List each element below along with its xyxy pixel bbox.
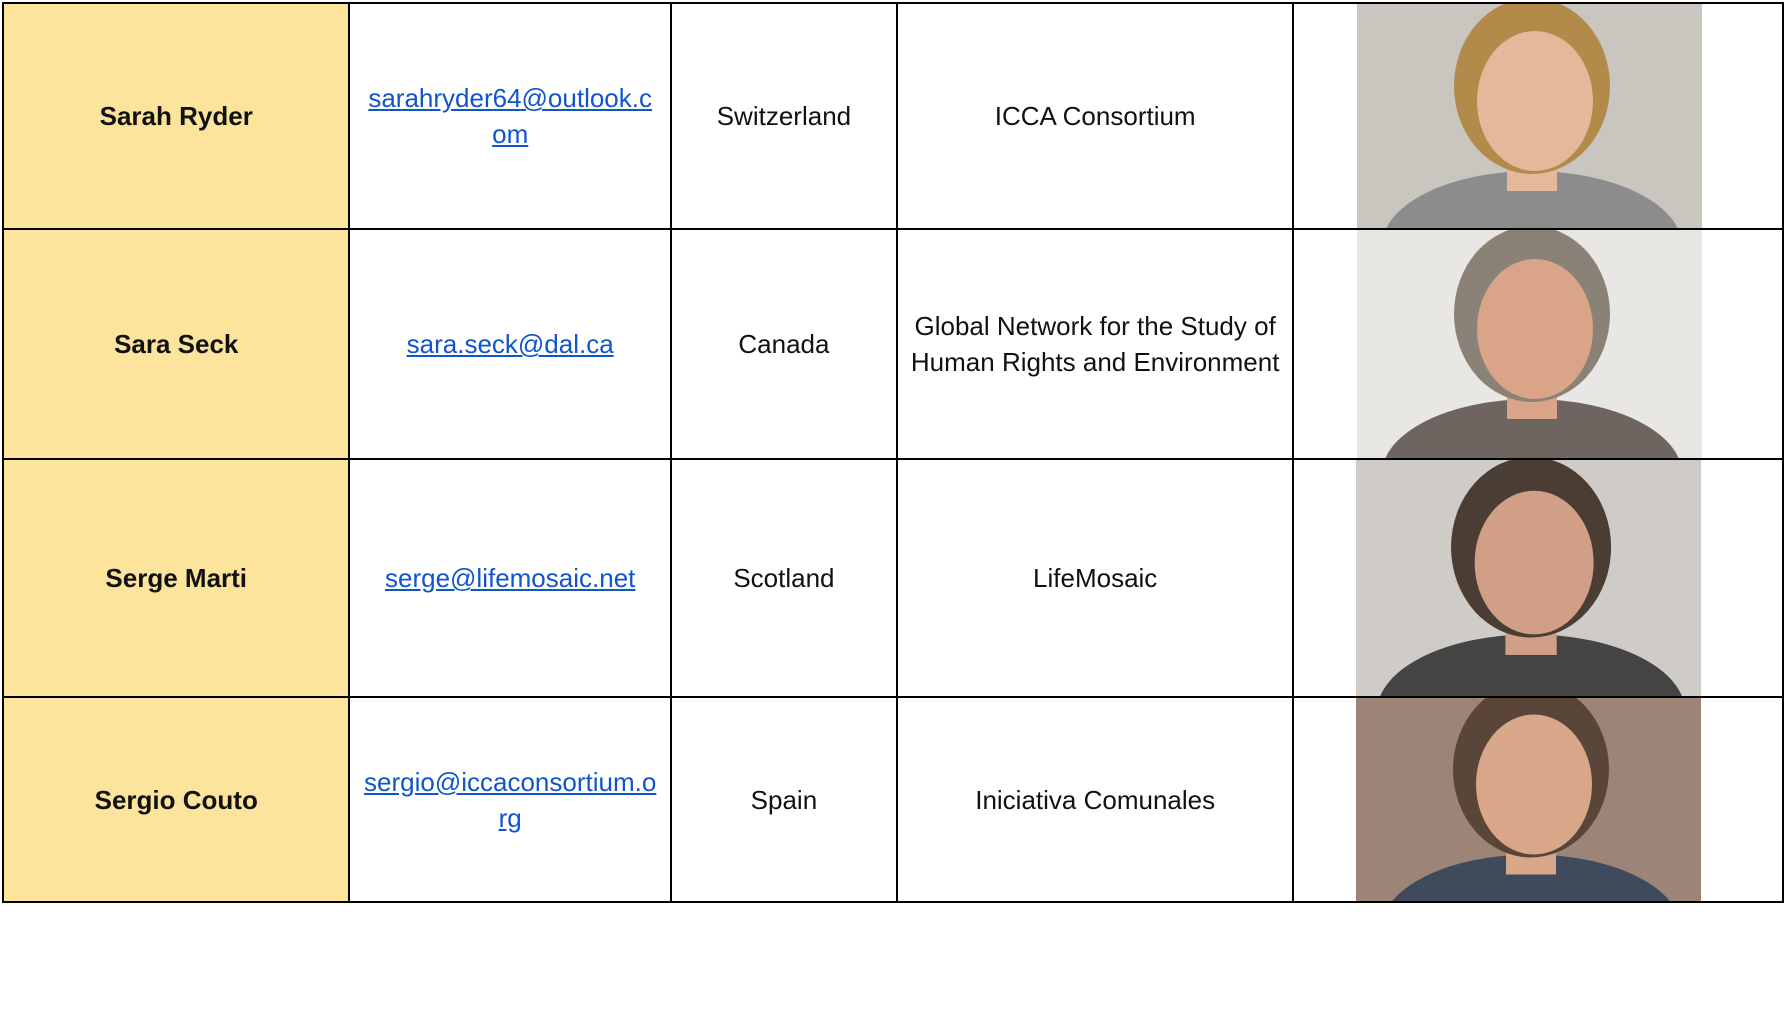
country-cell: Scotland	[669, 458, 898, 698]
table-row: Sergio Couto sergio@iccaconsortium.org S…	[1, 696, 1784, 903]
person-name: Sarah Ryder	[1, 2, 351, 230]
country-cell: Spain	[669, 696, 898, 903]
email-link[interactable]: sergio@iccaconsortium.org	[364, 767, 656, 833]
person-photo-man-glasses	[1356, 460, 1702, 696]
organization-cell: Iniciativa Comunales	[895, 696, 1295, 903]
person-name: Sergio Couto	[1, 696, 351, 903]
person-name: Serge Marti	[1, 458, 351, 698]
organization-cell: Global Network for the Study of Human Ri…	[895, 228, 1295, 460]
person-photo-man-beard	[1356, 698, 1702, 901]
contact-table: Sarah Ryder sarahryder64@outlook.com Swi…	[1, 2, 1784, 903]
person-name: Sara Seck	[1, 228, 351, 460]
table-row: Serge Marti serge@lifemosaic.net Scotlan…	[1, 458, 1784, 698]
country-cell: Canada	[669, 228, 898, 460]
email-link[interactable]: serge@lifemosaic.net	[385, 563, 635, 593]
email-link[interactable]: sara.seck@dal.ca	[407, 329, 614, 359]
email-link[interactable]: sarahryder64@outlook.com	[368, 83, 652, 149]
organization-cell: ICCA Consortium	[895, 2, 1295, 230]
table-row: Sara Seck sara.seck@dal.ca Canada Global…	[1, 228, 1784, 460]
country-cell: Switzerland	[669, 2, 898, 230]
person-photo-woman-blonde	[1357, 4, 1703, 228]
organization-cell: LifeMosaic	[895, 458, 1295, 698]
person-photo-woman-glasses	[1357, 230, 1703, 458]
table-row: Sarah Ryder sarahryder64@outlook.com Swi…	[1, 2, 1784, 230]
